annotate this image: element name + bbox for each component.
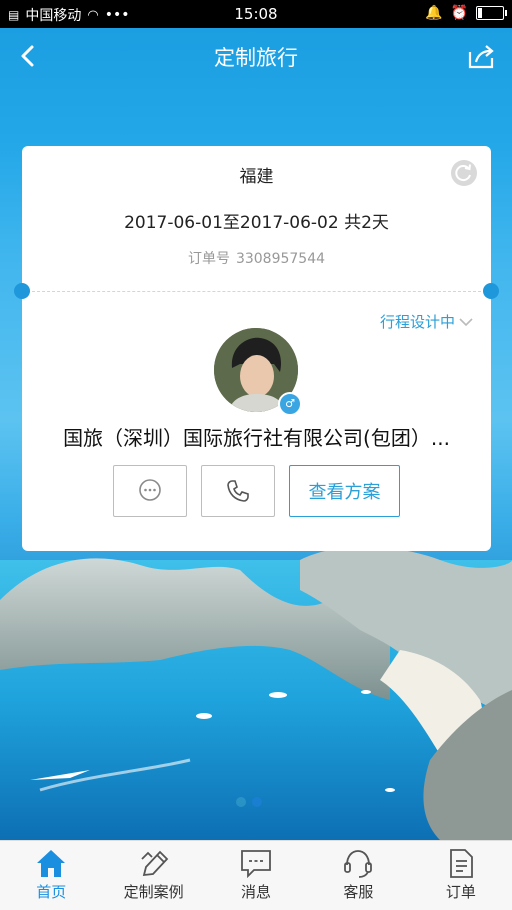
- ticket-notch-left: [14, 283, 30, 299]
- order-number-row: 订单号 3308957544: [22, 248, 491, 268]
- alarm-icon: ⏰: [450, 5, 468, 21]
- ticket-notch-right: [483, 283, 499, 299]
- screen: ▤ 中国移动 ◠ ••• 15:08 🔔 ⏰ 定制旅行 福建 2017-06-0…: [0, 0, 512, 910]
- pencil-icon: [140, 850, 168, 877]
- headset-icon: [344, 850, 373, 878]
- refresh-glyph: [455, 164, 471, 182]
- mute-bell-icon: 🔔: [425, 5, 443, 21]
- chat-button[interactable]: [113, 465, 187, 517]
- status-dropdown[interactable]: 行程设计中: [380, 311, 473, 332]
- agency-name: 国旅（深圳）国际旅行社有限公司(包团）...: [63, 426, 450, 450]
- status-bar: ▤ 中国移动 ◠ ••• 15:08 🔔 ⏰: [0, 0, 512, 28]
- tab-messages[interactable]: 消息: [205, 841, 307, 910]
- tab-label: 定制案例: [123, 883, 184, 901]
- male-gender-icon: ♂: [278, 392, 302, 416]
- share-icon[interactable]: [466, 42, 496, 70]
- trip-dates: 2017-06-01至2017-06-02 共2天: [124, 213, 389, 233]
- refresh-icon[interactable]: [451, 160, 477, 186]
- call-button[interactable]: [201, 465, 275, 517]
- bottom-tab-bar: 首页 定制案例 消息 客服 订单: [0, 840, 512, 910]
- phone-icon: [227, 480, 249, 502]
- tab-custom-cases[interactable]: 定制案例: [102, 841, 204, 910]
- page-dot-2[interactable]: [252, 797, 262, 807]
- view-plan-button[interactable]: 查看方案: [289, 465, 400, 517]
- status-right: 🔔 ⏰: [425, 5, 507, 21]
- page-dot-1[interactable]: [236, 797, 246, 807]
- message-icon: [241, 850, 271, 879]
- nav-bar: 定制旅行: [0, 28, 512, 84]
- tab-orders[interactable]: 订单: [410, 841, 512, 910]
- tab-label: 消息: [241, 883, 272, 901]
- document-icon: [449, 849, 473, 878]
- status-label: 行程设计中: [379, 313, 455, 331]
- order-label: 订单号: [187, 251, 230, 267]
- battery-icon: [476, 6, 507, 20]
- page-title: 定制旅行: [214, 46, 298, 70]
- tab-label: 订单: [445, 883, 476, 901]
- tab-label: 客服: [343, 883, 374, 901]
- ticket-divider: [32, 291, 481, 292]
- page-indicator: [236, 797, 262, 807]
- tab-customer-service[interactable]: 客服: [307, 841, 409, 910]
- destination: 福建: [239, 167, 274, 187]
- trip-card: 福建 2017-06-01至2017-06-02 共2天 订单号 33089575…: [14, 146, 499, 551]
- tab-home[interactable]: 首页: [0, 841, 102, 910]
- tab-label: 首页: [36, 883, 67, 901]
- order-number: 3308957544: [235, 251, 326, 267]
- home-icon: [37, 850, 66, 877]
- chevron-down-icon: [459, 317, 473, 326]
- chat-bubble-icon: [139, 479, 161, 501]
